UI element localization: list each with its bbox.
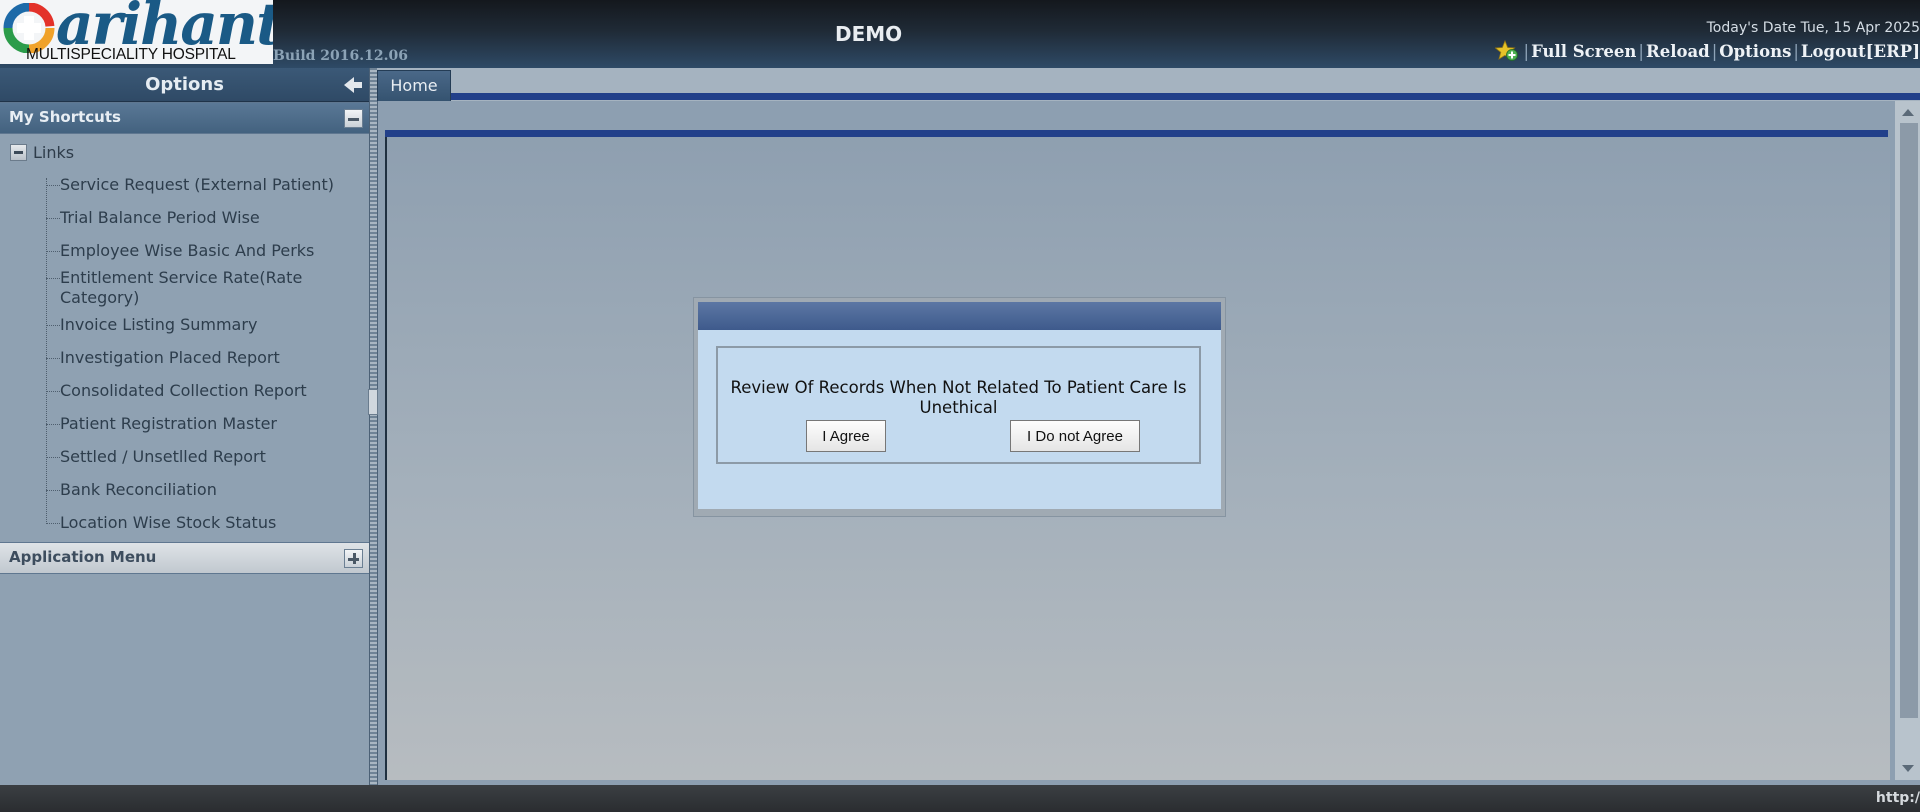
options-panel: Options My Shortcuts Links Service Reque… xyxy=(0,68,369,785)
logo-subtitle: MULTISPECIALITY HOSPITAL xyxy=(26,46,236,63)
links-tree-root[interactable]: Links xyxy=(10,143,74,162)
status-url: http:/ xyxy=(1875,790,1920,806)
shortcut-entitlement-service-rate[interactable]: Entitlement Service Rate(Rate Category) xyxy=(46,268,351,308)
scroll-thumb[interactable] xyxy=(1900,123,1918,718)
scroll-down-arrow-icon[interactable] xyxy=(1902,765,1914,772)
disagree-button[interactable]: I Do not Agree xyxy=(1010,420,1140,452)
agree-button[interactable]: I Agree xyxy=(806,420,886,452)
dialog-message-box: Review Of Records When Not Related To Pa… xyxy=(716,346,1201,464)
shortcut-invoice-listing[interactable]: Invoice Listing Summary xyxy=(46,315,351,335)
link-separator: | xyxy=(1523,41,1530,61)
my-shortcuts-label: My Shortcuts xyxy=(9,108,121,126)
collapse-panel-arrow-icon[interactable] xyxy=(343,75,363,95)
reload-link[interactable]: Reload xyxy=(1646,42,1710,61)
dialog-title-bar[interactable] xyxy=(698,302,1221,330)
shortcut-employee-basic-perks[interactable]: Employee Wise Basic And Perks xyxy=(46,241,351,261)
tab-strip: Home xyxy=(377,68,1920,101)
my-shortcuts-bar[interactable]: My Shortcuts xyxy=(0,102,369,134)
dialog-message: Review Of Records When Not Related To Pa… xyxy=(730,378,1187,417)
status-bar: http:/ xyxy=(0,785,1920,812)
shortcut-settled-unsettled[interactable]: Settled / Unsetlled Report xyxy=(46,447,351,467)
expand-application-menu-icon[interactable] xyxy=(344,549,363,568)
options-link[interactable]: Options xyxy=(1719,42,1791,61)
shortcut-consolidated-collection[interactable]: Consolidated Collection Report xyxy=(46,381,351,401)
shortcut-investigation-placed[interactable]: Investigation Placed Report xyxy=(46,348,351,368)
build-version: Build 2016.12.06 xyxy=(273,48,408,64)
shortcut-trial-balance[interactable]: Trial Balance Period Wise xyxy=(46,208,351,228)
shortcut-bank-reconciliation[interactable]: Bank Reconciliation xyxy=(46,480,351,500)
vertical-scrollbar[interactable] xyxy=(1895,101,1920,780)
site-title: DEMO xyxy=(835,22,903,46)
link-separator: | xyxy=(1638,41,1644,61)
options-panel-header: Options xyxy=(0,68,369,102)
shortcut-service-request[interactable]: Service Request (External Patient) xyxy=(46,175,351,195)
full-screen-link[interactable]: Full Screen xyxy=(1531,42,1636,61)
links-label: Links xyxy=(33,143,75,162)
top-header: arihant MULTISPECIALITY HOSPITAL Build 2… xyxy=(0,0,1920,68)
application-menu-bar[interactable]: Application Menu xyxy=(0,542,369,574)
todays-date: Today's Date Tue, 15 Apr 2025 xyxy=(1706,20,1920,36)
tab-home[interactable]: Home xyxy=(377,70,451,101)
link-separator: | xyxy=(1711,41,1718,61)
shortcut-location-stock-status[interactable]: Location Wise Stock Status xyxy=(46,513,351,533)
options-panel-title: Options xyxy=(145,74,224,95)
top-links: | Full Screen | Reload | Options | Logou… xyxy=(1494,40,1920,62)
collapse-shortcuts-icon[interactable] xyxy=(344,109,363,128)
application-menu-label: Application Menu xyxy=(9,548,157,566)
consent-dialog: Review Of Records When Not Related To Pa… xyxy=(694,298,1225,516)
logout-link[interactable]: Logout[ERP] xyxy=(1801,42,1920,61)
scroll-up-arrow-icon[interactable] xyxy=(1902,109,1914,116)
link-separator: | xyxy=(1793,41,1799,61)
tab-underline xyxy=(377,93,1920,100)
dialog-body: Review Of Records When Not Related To Pa… xyxy=(698,330,1221,509)
content-top-bar xyxy=(385,130,1888,137)
hospital-logo: arihant MULTISPECIALITY HOSPITAL xyxy=(0,0,273,64)
favorites-star-icon[interactable] xyxy=(1494,40,1519,62)
tree-collapse-icon[interactable] xyxy=(10,144,27,161)
shortcut-patient-registration[interactable]: Patient Registration Master xyxy=(46,414,351,434)
